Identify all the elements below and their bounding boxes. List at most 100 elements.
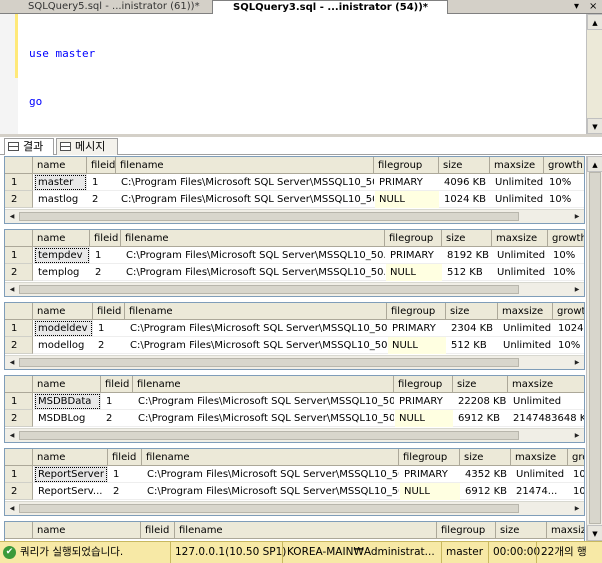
column-header-filename[interactable]: filename xyxy=(125,303,387,320)
tab-sqlquery3[interactable]: SQLQuery3.sql - ...inistrator (54))* xyxy=(212,0,448,14)
scroll-up-icon[interactable]: ▲ xyxy=(587,14,602,30)
column-header-gro[interactable]: gro xyxy=(568,449,584,466)
result-grid[interactable]: name fileid filename filegroup size maxsize gr… xyxy=(4,302,585,370)
row-number[interactable]: 1 xyxy=(5,466,33,483)
grid-corner[interactable] xyxy=(5,157,33,174)
column-header-fileid[interactable]: fileid xyxy=(90,230,121,247)
grid-scroll-thumb[interactable] xyxy=(19,431,519,440)
tab-sqlquery5[interactable]: SQLQuery5.sql - ...inistrator (61))* xyxy=(0,0,212,14)
grid-horizontal-scrollbar[interactable]: ◀ ▶ xyxy=(5,501,584,515)
scroll-left-icon[interactable]: ◀ xyxy=(5,502,19,515)
column-header-name[interactable]: name xyxy=(33,449,108,466)
grid-scroll-thumb[interactable] xyxy=(19,504,519,513)
column-header-filename[interactable]: filename xyxy=(121,230,385,247)
grid-corner[interactable] xyxy=(5,230,33,247)
result-grid[interactable]: name fileid filename filegroup size maxsize gr… xyxy=(4,229,585,297)
column-header-maxsize[interactable]: maxsize xyxy=(492,230,548,247)
column-header-fileid[interactable]: fileid xyxy=(108,449,142,466)
grid-horizontal-scrollbar[interactable]: ◀ ▶ xyxy=(5,209,584,223)
column-header-fileid[interactable]: fileid xyxy=(141,522,175,539)
column-header-fileid[interactable]: fileid xyxy=(87,157,116,174)
results-scroll-down-icon[interactable]: ▼ xyxy=(587,525,602,541)
grid-scroll-thumb[interactable] xyxy=(19,285,519,294)
close-tab-icon[interactable]: × xyxy=(589,1,597,13)
scroll-down-icon[interactable]: ▼ xyxy=(587,118,602,134)
result-grid[interactable]: name fileid filename filegroup size maxsize 1 M… xyxy=(4,375,585,443)
grid-corner[interactable] xyxy=(5,303,33,320)
column-header-fileid[interactable]: fileid xyxy=(93,303,125,320)
scroll-right-icon[interactable]: ▶ xyxy=(570,283,584,296)
column-header-name[interactable]: name xyxy=(33,303,93,320)
column-header-maxsize[interactable]: maxsize xyxy=(498,303,553,320)
row-number[interactable]: 2 xyxy=(5,337,33,354)
column-header-size[interactable]: size xyxy=(439,157,490,174)
result-grid[interactable]: name fileid filename filegroup size maxsize gr… xyxy=(4,448,585,516)
column-header-fileid[interactable]: fileid xyxy=(101,376,133,393)
row-number[interactable]: 1 xyxy=(5,247,33,264)
column-header-growth[interactable]: growth xyxy=(553,303,584,320)
column-header-filegroup[interactable]: filegroup xyxy=(437,522,496,539)
table-row[interactable]: 2 templog 2 C:\Program Files\Microsoft SQL … xyxy=(5,264,584,281)
column-header-maxsize[interactable]: maxsize xyxy=(511,449,568,466)
scroll-right-icon[interactable]: ▶ xyxy=(570,429,584,442)
table-row[interactable]: 1 MSDBData 1 C:\Program Files\Microsoft SQL… xyxy=(5,393,584,410)
column-header-filename[interactable]: filename xyxy=(175,522,437,539)
column-header-size[interactable]: size xyxy=(460,449,511,466)
row-number[interactable]: 1 xyxy=(5,174,33,191)
grid-corner[interactable] xyxy=(5,449,33,466)
column-header-maxsize[interactable]: maxsize xyxy=(547,522,584,539)
table-row[interactable]: 1 tempdev 1 C:\Program Files\Microsoft SQL … xyxy=(5,247,584,264)
result-grid[interactable]: name fileid filename filegroup size maxsize gr… xyxy=(4,156,585,224)
column-header-size[interactable]: size xyxy=(442,230,492,247)
row-number[interactable]: 1 xyxy=(5,320,33,337)
column-header-filename[interactable]: filename xyxy=(133,376,394,393)
scroll-left-icon[interactable]: ◀ xyxy=(5,429,19,442)
row-number[interactable]: 2 xyxy=(5,410,33,427)
row-number[interactable]: 1 xyxy=(5,393,33,410)
column-header-filename[interactable]: filename xyxy=(116,157,374,174)
row-number[interactable]: 2 xyxy=(5,191,33,208)
query-editor[interactable]: use master go exec sp_MSforeachdb 'use ?… xyxy=(0,14,602,204)
column-header-filegroup[interactable]: filegroup xyxy=(394,376,453,393)
column-header-filegroup[interactable]: filegroup xyxy=(387,303,446,320)
row-number[interactable]: 2 xyxy=(5,483,33,500)
column-header-size[interactable]: size xyxy=(453,376,508,393)
scroll-left-icon[interactable]: ◀ xyxy=(5,356,19,369)
grid-scroll-thumb[interactable] xyxy=(19,358,519,367)
column-header-name[interactable]: name xyxy=(33,230,90,247)
table-row[interactable]: 2 MSDBLog 2 C:\Program Files\Microsoft SQL … xyxy=(5,410,584,427)
column-header-filegroup[interactable]: filegroup xyxy=(385,230,442,247)
column-header-growth[interactable]: growth xyxy=(544,157,584,174)
results-vertical-scrollbar[interactable]: ▲ ▼ xyxy=(586,156,602,541)
column-header-name[interactable]: name xyxy=(33,522,141,539)
column-header-filename[interactable]: filename xyxy=(142,449,399,466)
tab-results[interactable]: 결과 xyxy=(4,138,54,155)
row-number[interactable]: 2 xyxy=(5,264,33,281)
scroll-right-icon[interactable]: ▶ xyxy=(570,356,584,369)
table-row[interactable]: 1 master 1 C:\Program Files\Microsoft SQL S… xyxy=(5,174,584,191)
tab-messages[interactable]: 메시지 xyxy=(56,138,118,155)
result-grid[interactable]: namefileidfilenamefilegroupsizemaxsize◀▶ xyxy=(4,521,585,541)
column-header-filegroup[interactable]: filegroup xyxy=(399,449,460,466)
table-row[interactable]: 2 ReportServ... 2 C:\Program Files\Microsof… xyxy=(5,483,584,500)
table-row[interactable]: 1 ReportServer 1 C:\Program Files\Microsoft… xyxy=(5,466,584,483)
scroll-left-icon[interactable]: ◀ xyxy=(5,283,19,296)
column-header-maxsize[interactable]: maxsize xyxy=(508,376,584,393)
table-row[interactable]: 1 modeldev 1 C:\Program Files\Microsoft SQL… xyxy=(5,320,584,337)
table-row[interactable]: 2 mastlog 2 C:\Program Files\Microsoft SQL … xyxy=(5,191,584,208)
editor-vertical-scrollbar[interactable]: ▲ ▼ xyxy=(586,14,602,134)
grid-corner[interactable] xyxy=(5,522,33,539)
scroll-right-icon[interactable]: ▶ xyxy=(570,210,584,223)
column-header-maxsize[interactable]: maxsize xyxy=(490,157,544,174)
column-header-name[interactable]: name xyxy=(33,157,87,174)
column-header-size[interactable]: size xyxy=(496,522,547,539)
column-header-growth[interactable]: growth xyxy=(548,230,584,247)
grid-horizontal-scrollbar[interactable]: ◀ ▶ xyxy=(5,428,584,442)
scroll-right-icon[interactable]: ▶ xyxy=(570,502,584,515)
grid-corner[interactable] xyxy=(5,376,33,393)
scroll-left-icon[interactable]: ◀ xyxy=(5,210,19,223)
tab-list-dropdown-icon[interactable]: ▾ xyxy=(574,1,579,13)
column-header-size[interactable]: size xyxy=(446,303,498,320)
results-scroll-up-icon[interactable]: ▲ xyxy=(587,156,602,172)
grid-horizontal-scrollbar[interactable]: ◀ ▶ xyxy=(5,355,584,369)
